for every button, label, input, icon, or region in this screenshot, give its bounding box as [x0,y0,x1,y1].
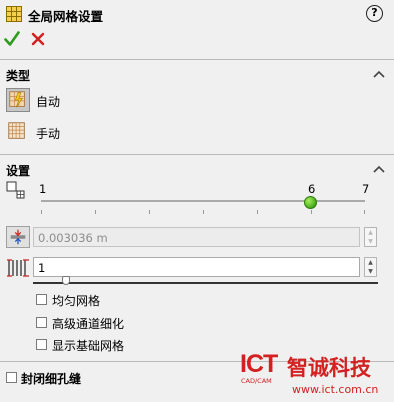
uniform-mesh-checkbox[interactable] [36,294,47,305]
slider-tick [95,210,96,214]
advanced-channel-refinement-label[interactable]: 高级通道细化 [52,315,124,332]
divider [0,154,394,155]
ok-button[interactable] [4,30,20,48]
show-basic-mesh-checkbox[interactable] [36,339,47,350]
spin-down-icon[interactable]: ▼ [365,237,376,246]
advanced-channel-refinement-checkbox[interactable] [36,317,47,328]
min-gap-field[interactable]: 0.003036 m [33,227,360,247]
spin-up-icon[interactable]: ▲ [365,228,376,237]
uniform-mesh-label[interactable]: 均匀网格 [52,292,100,309]
close-thin-slots-checkbox[interactable] [6,372,17,383]
slider-tick [203,210,204,214]
slider-tick [311,210,312,214]
manual-mode-label[interactable]: 手动 [36,125,60,142]
auto-mode-label[interactable]: 自动 [36,93,60,110]
slider-current-label: 6 [308,182,316,196]
divider [0,59,394,60]
slider-thumb[interactable] [62,276,70,285]
show-basic-mesh-label[interactable]: 显示基础网格 [52,337,124,354]
min-gap-spinner[interactable]: ▲ ▼ [364,227,377,247]
company-name: 智诚科技 [287,356,371,380]
chevron-up-icon[interactable] [373,70,385,78]
slider-thumb[interactable] [304,196,317,209]
refinement-level-icon [6,181,25,199]
spin-down-icon[interactable]: ▼ [365,267,376,276]
brand-text: ICT [240,350,278,378]
slider-tick [41,210,42,214]
cancel-button[interactable] [31,31,45,47]
spin-up-icon[interactable]: ▲ [365,258,376,267]
cells-count-field[interactable]: 1 [33,257,360,277]
slider-min-label: 1 [39,182,47,196]
cells-count-slider[interactable] [33,282,378,284]
auto-mesh-icon[interactable] [6,88,30,112]
slider-tick [149,210,150,214]
section-title-settings[interactable]: 设置 [6,162,30,179]
slider-tick [257,210,258,214]
mesh-settings-icon [6,6,22,22]
panel-title: 全局网格设置 [28,9,104,24]
company-url: www.ict.com.cn [292,383,379,396]
brand-logo: ICT CAD/CAM [240,350,284,386]
manual-mesh-icon[interactable] [6,120,30,144]
cells-count-spinner[interactable]: ▲ ▼ [364,257,377,277]
brand-sub: CAD/CAM [241,377,272,385]
cells-per-channel-icon [7,259,29,277]
slider-tick [364,210,365,214]
chevron-up-icon[interactable] [373,165,385,173]
min-gap-icon [6,226,30,248]
watermark-logo: ICT CAD/CAM 智诚科技 www.ict.com.cn [240,350,390,400]
section-title-type[interactable]: 类型 [6,67,30,84]
close-thin-slots-label[interactable]: 封闭细孔缝 [21,370,81,387]
title-bar: 全局网格设置 ? [0,0,394,28]
slider-max-label: 7 [362,182,370,196]
help-button[interactable]: ? [366,5,383,22]
